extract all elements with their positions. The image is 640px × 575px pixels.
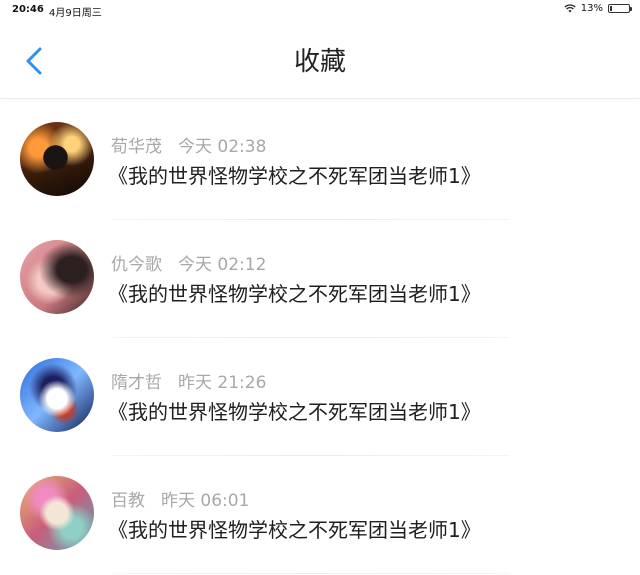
status-time: 20:46 <box>12 4 44 15</box>
book-title-link[interactable]: 《我的世界怪物学校之不死军团当老师1》 <box>108 396 481 425</box>
divider <box>112 573 510 574</box>
status-indicators: 13% <box>564 3 632 14</box>
timestamp: 今天 02:38 <box>178 137 267 157</box>
list-item[interactable]: 隋才哲 昨天 21:26 《我的世界怪物学校之不死军团当老师1》 <box>0 338 640 456</box>
item-meta: 仇今歌 今天 02:12 <box>111 250 266 275</box>
wifi-icon <box>564 4 576 13</box>
avatar[interactable] <box>20 122 94 196</box>
avatar[interactable] <box>20 476 94 550</box>
timestamp: 昨天 21:26 <box>178 373 267 393</box>
item-meta: 荀华茂 今天 02:38 <box>111 132 266 157</box>
book-title-link[interactable]: 《我的世界怪物学校之不死军团当老师1》 <box>108 514 481 543</box>
list-item[interactable]: 仇今歌 今天 02:12 《我的世界怪物学校之不死军团当老师1》 <box>0 220 640 338</box>
list-item[interactable]: 百教 昨天 06:01 《我的世界怪物学校之不死军团当老师1》 <box>0 456 640 574</box>
battery-percent: 13% <box>580 3 603 14</box>
status-date: 4月9日周三 <box>49 8 102 19</box>
status-bar: 20:46 4月9日周三 13% <box>0 0 640 20</box>
navigation-bar: 收藏 <box>0 22 640 99</box>
author-name: 隋才哲 <box>111 373 162 393</box>
author-name: 百教 <box>111 491 145 511</box>
author-name: 荀华茂 <box>111 137 162 157</box>
page-title: 收藏 <box>293 47 346 77</box>
avatar[interactable] <box>20 240 94 314</box>
battery-level-fill <box>610 6 612 11</box>
timestamp: 今天 02:12 <box>178 255 267 275</box>
book-title-link[interactable]: 《我的世界怪物学校之不死军团当老师1》 <box>108 160 481 189</box>
timestamp: 昨天 06:01 <box>161 491 250 511</box>
item-meta: 百教 昨天 06:01 <box>111 486 249 511</box>
battery-icon <box>608 4 632 13</box>
list-item[interactable]: 荀华茂 今天 02:38 《我的世界怪物学校之不死军团当老师1》 <box>0 102 640 220</box>
avatar[interactable] <box>20 358 94 432</box>
item-meta: 隋才哲 昨天 21:26 <box>111 368 266 393</box>
favorites-list: 荀华茂 今天 02:38 《我的世界怪物学校之不死军团当老师1》 仇今歌 今天 02… <box>0 102 640 574</box>
book-title-link[interactable]: 《我的世界怪物学校之不死军团当老师1》 <box>108 278 481 307</box>
author-name: 仇今歌 <box>111 255 162 275</box>
